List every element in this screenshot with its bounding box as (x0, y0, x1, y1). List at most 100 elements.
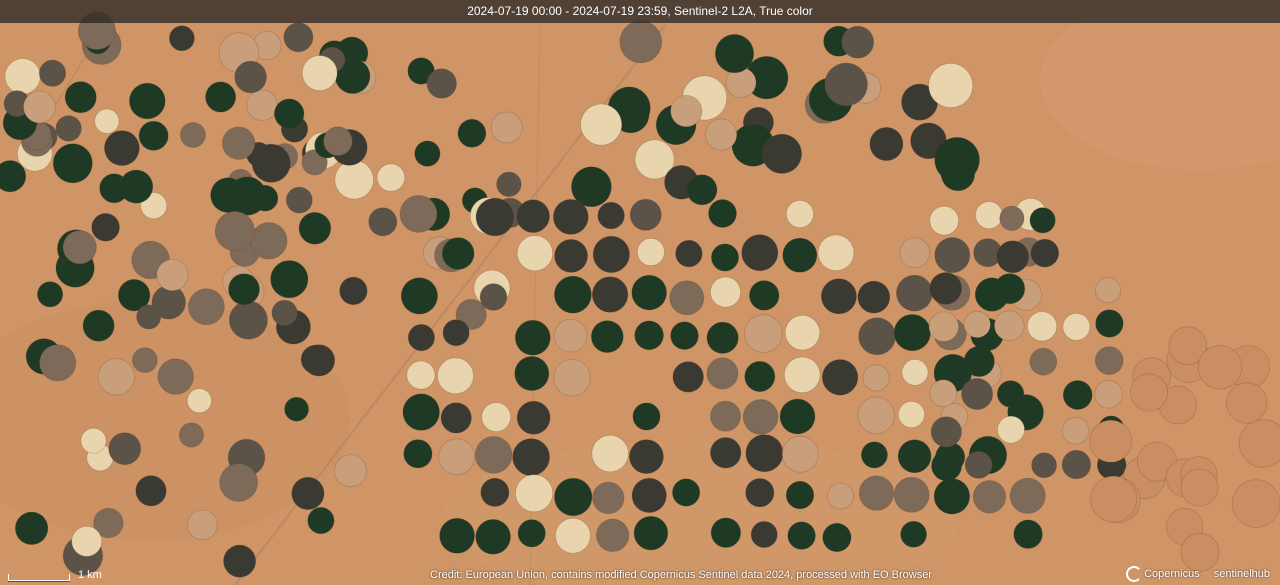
sentinelhub-logo-text: sentinelhub (1213, 568, 1270, 580)
pivot-field (782, 237, 818, 273)
pivot-field (896, 274, 933, 312)
pivot-field (1029, 207, 1056, 234)
pivot-field (1197, 345, 1243, 390)
pivot-field (552, 198, 589, 235)
pivot-field (82, 309, 115, 342)
pivot-field (901, 358, 929, 386)
pivot-field (1061, 416, 1090, 445)
pivot-field (441, 237, 475, 270)
pivot-field (475, 197, 515, 237)
pivot-field (820, 278, 857, 315)
pivot-field (97, 358, 135, 396)
pivot-field (285, 186, 313, 214)
pivot-field (1129, 373, 1169, 412)
pivot-field (634, 320, 664, 351)
pivot-field (496, 171, 522, 198)
pivot-field (131, 347, 158, 374)
pivot-field (271, 299, 298, 326)
pivot-field (1031, 452, 1057, 479)
pivot-field (993, 310, 1025, 342)
pivot-field (783, 356, 821, 394)
pivot-field (633, 515, 669, 551)
pivot-field (940, 156, 976, 192)
pivot-field (186, 388, 212, 414)
pivot-field (744, 314, 783, 353)
pivot-field (749, 280, 780, 311)
pivot-field (221, 126, 256, 160)
satellite-image-map[interactable] (0, 0, 1280, 585)
pivot-field (300, 344, 331, 375)
pivot-field (1225, 382, 1268, 424)
pivot-field (629, 198, 662, 231)
pivot-field (168, 25, 195, 52)
pivot-field (14, 511, 49, 545)
pivot-field (742, 399, 779, 435)
pivot-field (824, 62, 868, 107)
pivot-field (91, 213, 120, 242)
pivot-field (975, 201, 1003, 230)
pivot-field (62, 230, 97, 265)
pivot-field (205, 81, 237, 113)
pivot-field (858, 317, 896, 356)
imagery-date-header: 2024-07-19 00:00 - 2024-07-19 23:59, Sen… (0, 0, 1280, 23)
pivot-field (554, 319, 588, 353)
pivot-field (597, 201, 625, 230)
pivot-field (893, 476, 930, 513)
pivot-field (1094, 346, 1124, 376)
pivot-field (368, 207, 398, 237)
pivot-field (156, 258, 189, 292)
pivot-field (179, 122, 206, 149)
credit-text: Credit: European Union, contains modifie… (430, 569, 932, 581)
pivot-field (307, 506, 335, 535)
pivot-field (595, 518, 630, 552)
pivot-field (671, 478, 701, 507)
pivot-field (283, 22, 314, 53)
pivot-field (963, 310, 991, 338)
pivot-field (104, 130, 140, 167)
pivot-field (929, 379, 958, 408)
pivot-field (761, 133, 803, 174)
pivot-field (1029, 347, 1058, 376)
pivot-field (934, 237, 971, 274)
pivot-field (376, 163, 406, 192)
pivot-field (869, 127, 904, 162)
pivot-field (38, 59, 67, 87)
pivot-field (900, 520, 927, 548)
pivot-field (817, 234, 855, 272)
pivot-field (187, 288, 225, 326)
pivot-field (414, 140, 441, 167)
pivot-field (228, 300, 268, 340)
pivot-field (1009, 477, 1046, 514)
pivot-field (94, 108, 120, 134)
pivot-field (686, 174, 718, 206)
pivot-field (619, 20, 663, 64)
pivot-field (270, 260, 309, 299)
pivot-field (71, 526, 103, 557)
pivot-field (23, 90, 56, 124)
pivot-field (821, 359, 859, 396)
pivot-field (284, 396, 310, 422)
pivot-field (704, 118, 738, 151)
pivot-field (480, 477, 510, 507)
pivot-field (1180, 468, 1219, 507)
pivot-field (36, 281, 64, 308)
pivot-field (670, 321, 699, 351)
pivot-field (512, 438, 550, 477)
copernicus-logo-icon (1126, 566, 1143, 582)
pivot-field (897, 439, 932, 474)
pivot-field (516, 199, 550, 234)
scale-label: 1 km (78, 569, 102, 581)
pivot-field (862, 364, 890, 392)
pivot-field (591, 276, 629, 313)
pivot-field (553, 359, 591, 397)
pivot-field (1030, 238, 1060, 268)
pivot-field (442, 319, 470, 347)
pivot-field (996, 380, 1025, 408)
pivot-field (708, 199, 737, 228)
pivot-field (629, 439, 664, 475)
pivot-field (39, 344, 77, 382)
pivot-field (710, 400, 742, 432)
credit-label: Credit: European Union, contains modifie… (430, 569, 932, 581)
pivot-field (745, 434, 784, 473)
pivot-field (135, 475, 167, 507)
